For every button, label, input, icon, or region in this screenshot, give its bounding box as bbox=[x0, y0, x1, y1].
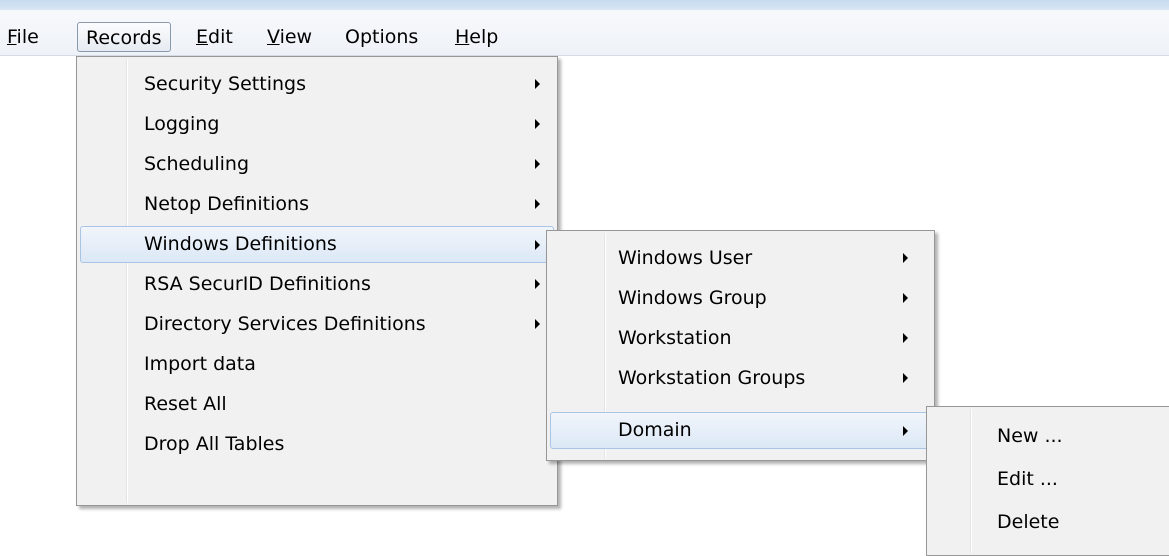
menu-item-label: Netop Definitions bbox=[144, 193, 309, 215]
menu-edit-mnemonic: E bbox=[196, 26, 209, 48]
submenu-arrow-icon bbox=[535, 319, 540, 329]
menu-item-security-settings[interactable]: Security Settings bbox=[80, 67, 554, 102]
menu-edit-label: dit bbox=[208, 26, 233, 48]
menu-item-directory-services-definitions[interactable]: Directory Services Definitions bbox=[80, 307, 554, 342]
submenu-arrow-icon bbox=[535, 279, 540, 289]
menu-item-domain[interactable]: Domain bbox=[550, 412, 931, 449]
menu-file-mnemonic: F bbox=[7, 26, 17, 48]
menu-item-label: New ... bbox=[997, 425, 1063, 447]
menu-item-label: Directory Services Definitions bbox=[144, 313, 426, 335]
menu-help-label: elp bbox=[469, 26, 499, 48]
submenu-arrow-icon bbox=[535, 119, 540, 129]
submenu-arrow-icon bbox=[535, 159, 540, 169]
menu-item-scheduling[interactable]: Scheduling bbox=[80, 147, 554, 182]
menu-options-label: Options bbox=[345, 26, 419, 48]
menu-item-label: Domain bbox=[618, 419, 692, 441]
submenu-arrow-icon bbox=[903, 253, 908, 263]
menu-help[interactable]: Help bbox=[455, 22, 498, 52]
submenu-arrow-icon bbox=[535, 240, 540, 250]
menu-view-mnemonic: V bbox=[267, 26, 280, 48]
menu-item-workstation[interactable]: Workstation bbox=[550, 321, 931, 356]
menu-records-label: Records bbox=[86, 27, 162, 49]
menu-item-label: Logging bbox=[144, 113, 220, 135]
menu-item-delete[interactable]: Delete bbox=[930, 505, 1169, 540]
submenu-arrow-icon bbox=[903, 333, 908, 343]
menu-item-label: Import data bbox=[144, 353, 256, 375]
menu-item-new[interactable]: New ... bbox=[930, 419, 1169, 454]
menu-item-logging[interactable]: Logging bbox=[80, 107, 554, 142]
domain-submenu: New ... Edit ... Delete bbox=[926, 406, 1169, 556]
menu-edit[interactable]: Edit bbox=[196, 22, 233, 52]
menu-file-label: ile bbox=[16, 26, 39, 48]
menu-item-rsa-securid-definitions[interactable]: RSA SecurID Definitions bbox=[80, 267, 554, 302]
menu-item-reset-all[interactable]: Reset All bbox=[80, 387, 554, 422]
records-menu: Security Settings Logging Scheduling Net… bbox=[76, 56, 558, 506]
menu-item-label: Workstation Groups bbox=[618, 367, 806, 389]
window-title-strip bbox=[0, 0, 1169, 10]
menu-item-label: Windows User bbox=[618, 247, 753, 269]
menu-options[interactable]: Options bbox=[345, 22, 418, 52]
menu-view[interactable]: View bbox=[267, 22, 312, 52]
menu-item-label: Security Settings bbox=[144, 73, 306, 95]
menu-item-label: RSA SecurID Definitions bbox=[144, 273, 371, 295]
menu-item-label: Delete bbox=[997, 511, 1060, 533]
menu-item-import-data[interactable]: Import data bbox=[80, 347, 554, 382]
submenu-arrow-icon bbox=[903, 373, 908, 383]
menu-item-label: Windows Definitions bbox=[144, 233, 337, 255]
submenu-arrow-icon bbox=[903, 426, 908, 436]
menu-item-edit[interactable]: Edit ... bbox=[930, 462, 1169, 497]
submenu-arrow-icon bbox=[535, 79, 540, 89]
menu-item-drop-all-tables[interactable]: Drop All Tables bbox=[80, 427, 554, 462]
submenu-arrow-icon bbox=[535, 199, 540, 209]
menu-item-windows-definitions[interactable]: Windows Definitions bbox=[80, 226, 554, 263]
menu-help-mnemonic: H bbox=[455, 26, 470, 48]
menu-item-netop-definitions[interactable]: Netop Definitions bbox=[80, 187, 554, 222]
menu-item-label: Edit ... bbox=[997, 468, 1058, 490]
menu-item-workstation-groups[interactable]: Workstation Groups bbox=[550, 361, 931, 396]
menu-bar: File Records Edit View Options Help bbox=[0, 10, 1169, 56]
menu-item-label: Drop All Tables bbox=[144, 433, 285, 455]
menu-item-windows-user[interactable]: Windows User bbox=[550, 241, 931, 276]
menu-item-label: Reset All bbox=[144, 393, 227, 415]
menu-item-label: Workstation bbox=[618, 327, 732, 349]
menu-item-windows-group[interactable]: Windows Group bbox=[550, 281, 931, 316]
menu-view-label: iew bbox=[279, 26, 313, 48]
menu-item-label: Windows Group bbox=[618, 287, 767, 309]
menu-file[interactable]: File bbox=[7, 22, 39, 52]
submenu-arrow-icon bbox=[903, 293, 908, 303]
windows-definitions-submenu: Windows User Windows Group Workstation W… bbox=[546, 230, 935, 461]
menu-records[interactable]: Records bbox=[77, 22, 171, 52]
menu-item-label: Scheduling bbox=[144, 153, 250, 175]
